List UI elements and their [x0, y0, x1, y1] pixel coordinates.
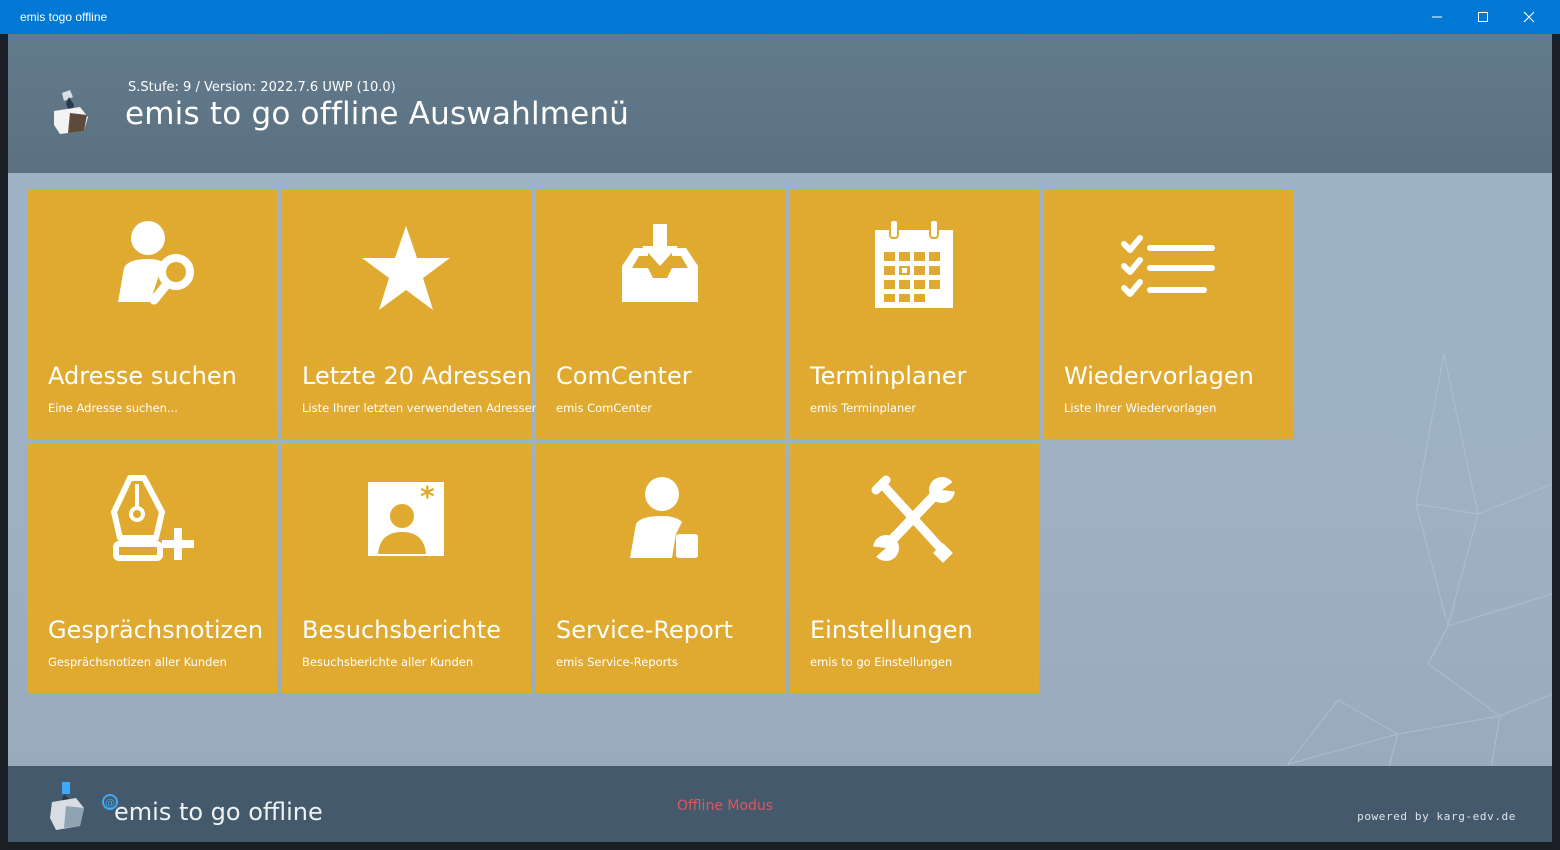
tools-icon: [870, 475, 958, 563]
tile-comcenter[interactable]: ComCenter emis ComCenter: [536, 190, 785, 439]
contact-card-icon: *: [368, 480, 444, 556]
tile-title: Service-Report: [556, 616, 733, 644]
tile-title: Terminplaner: [810, 362, 967, 390]
tile-gespraechsnotizen[interactable]: Gesprächsnotizen Gesprächsnotizen aller …: [28, 444, 277, 693]
tile-subtitle: Gesprächsnotizen aller Kunden: [48, 655, 227, 669]
app-header: S.Stufe: 9 / Version: 2022.7.6 UWP (10.0…: [8, 34, 1552, 173]
person-search-icon: [118, 221, 194, 305]
checklist-icon: [1121, 235, 1215, 297]
tile-subtitle: emis to go Einstellungen: [810, 655, 953, 669]
window-title: emis togo offline: [20, 10, 108, 24]
maximize-icon: [1478, 12, 1488, 22]
tile-einstellungen[interactable]: Einstellungen emis to go Einstellungen: [790, 444, 1039, 693]
tile-subtitle: emis ComCenter: [556, 401, 653, 415]
tile-adresse-suchen[interactable]: Adresse suchen Eine Adresse suchen...: [28, 190, 277, 439]
tile-terminplaner[interactable]: Terminplaner emis Terminplaner: [790, 190, 1039, 439]
svg-text:*: *: [420, 480, 435, 513]
close-icon: [1523, 11, 1535, 23]
footer-brand: emis to go offline: [114, 798, 323, 826]
tile-title: Besuchsberichte: [302, 616, 501, 644]
tile-subtitle: Besuchsberichte aller Kunden: [302, 655, 474, 669]
offline-mode-label: Offline Modus: [677, 798, 774, 814]
minimize-button[interactable]: [1414, 0, 1460, 34]
tile-subtitle: emis Service-Reports: [556, 655, 678, 669]
app-footer: @ emis to go offline Offline Modus power…: [8, 766, 1552, 842]
tile-subtitle: Eine Adresse suchen...: [48, 401, 178, 415]
emis-logo-icon: [54, 90, 88, 134]
pen-add-icon: [111, 475, 194, 561]
tile-title: Adresse suchen: [48, 362, 237, 390]
tile-title: ComCenter: [556, 362, 692, 390]
tile-title: Letzte 20 Adressen: [302, 362, 533, 390]
maximize-button[interactable]: [1460, 0, 1506, 34]
close-button[interactable]: [1506, 0, 1552, 34]
tile-title: Wiedervorlagen: [1064, 362, 1254, 390]
app-content: S.Stufe: 9 / Version: 2022.7.6 UWP (10.0…: [8, 34, 1552, 842]
inbox-download-icon: [622, 224, 698, 302]
tile-subtitle: Liste Ihrer letzten verwendeten Adressen: [302, 401, 539, 415]
page-title: emis to go offline Auswahlmenü: [125, 96, 630, 132]
tile-besuchsberichte[interactable]: * Besuchsberichte Besuchsberichte aller …: [282, 444, 531, 693]
tile-wiedervorlagen[interactable]: Wiedervorlagen Liste Ihrer Wiedervorlage…: [1044, 190, 1293, 439]
tile-title: Einstellungen: [810, 616, 973, 644]
calendar-icon: [875, 219, 953, 308]
tile-subtitle: emis Terminplaner: [810, 401, 917, 415]
version-info: S.Stufe: 9 / Version: 2022.7.6 UWP (10.0…: [128, 80, 396, 95]
tile-letzte-20-adressen[interactable]: Letzte 20 Adressen Liste Ihrer letzten v…: [282, 190, 539, 439]
star-icon: [362, 226, 450, 310]
powered-by: powered by karg-edv.de: [1357, 810, 1516, 823]
tile-title: Gesprächsnotizen: [48, 616, 264, 644]
window-titlebar: emis togo offline: [0, 0, 1560, 34]
person-report-icon: [630, 477, 698, 558]
tile-subtitle: Liste Ihrer Wiedervorlagen: [1064, 401, 1217, 415]
minimize-icon: [1432, 16, 1442, 18]
tile-service-report[interactable]: Service-Report emis Service-Reports: [536, 444, 785, 693]
